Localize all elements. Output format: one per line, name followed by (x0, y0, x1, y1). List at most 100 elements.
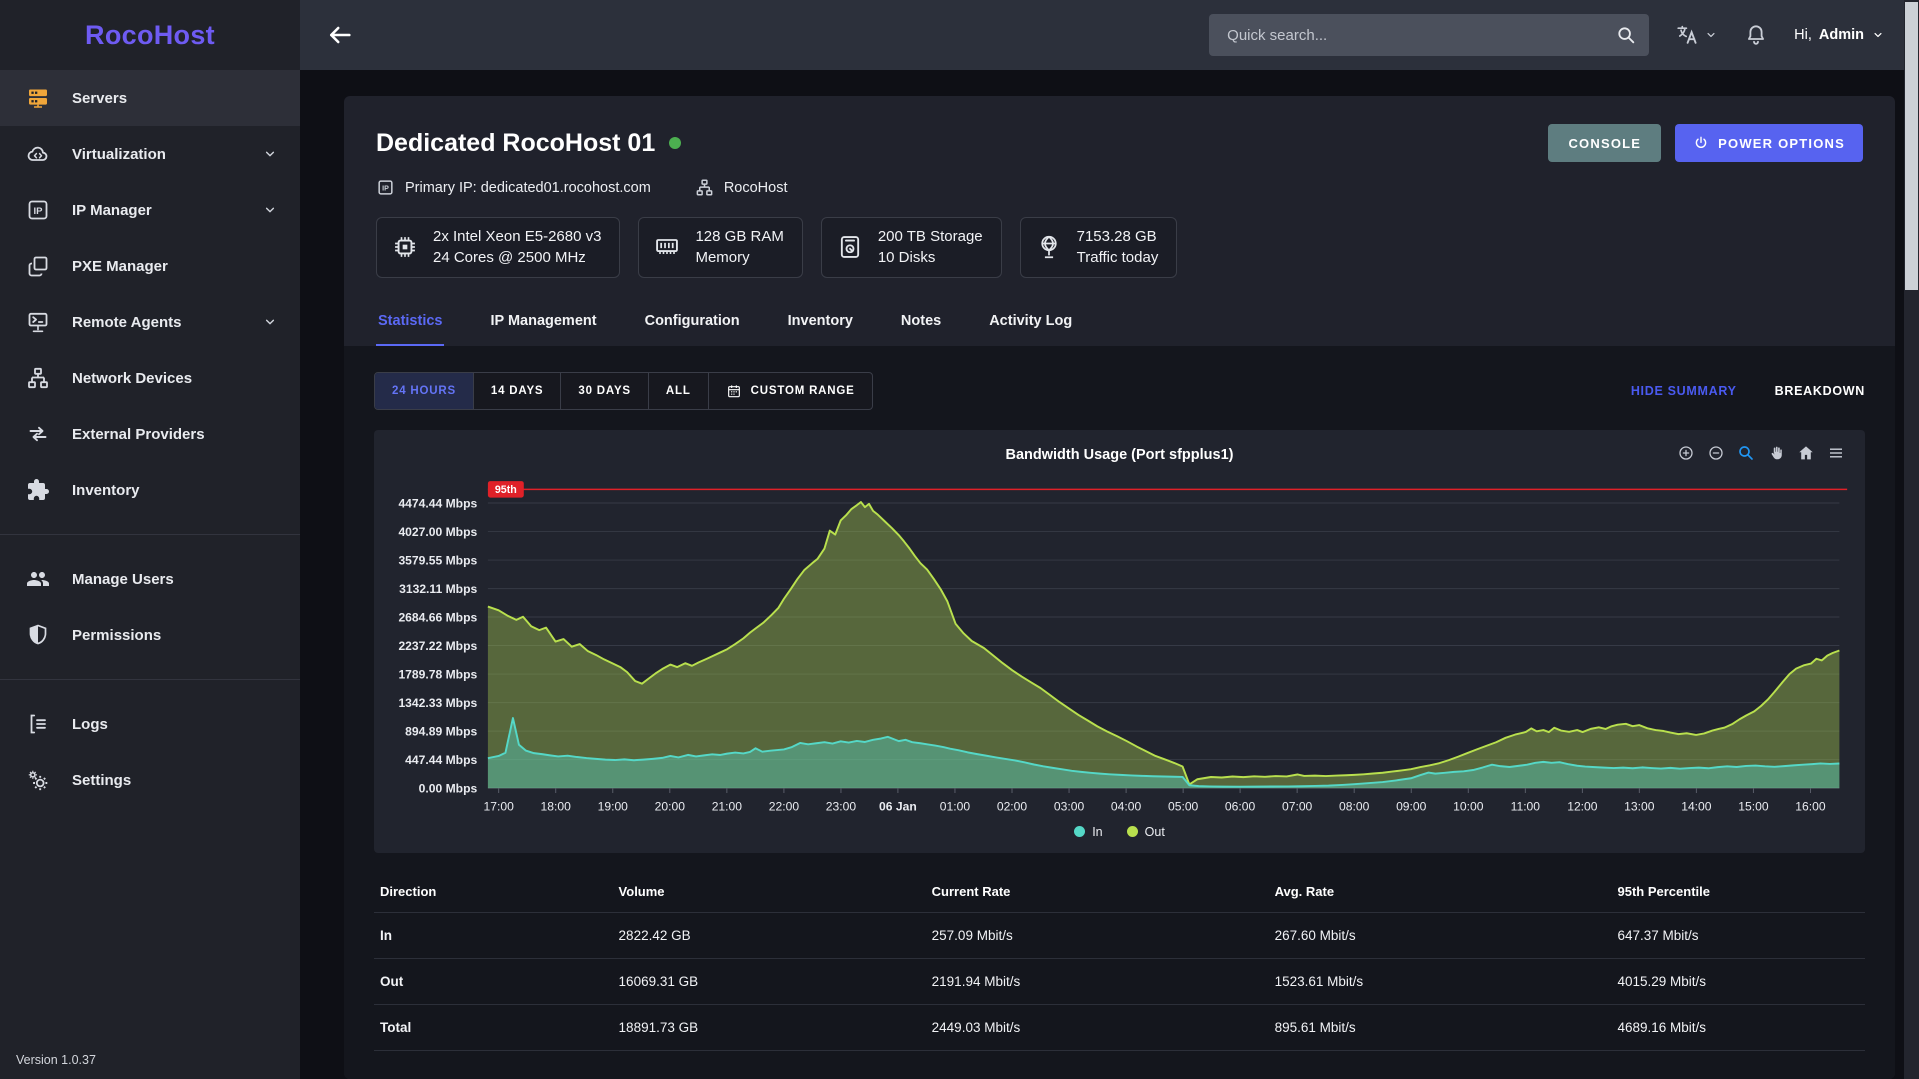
tab-inventory[interactable]: Inventory (786, 300, 855, 346)
svg-text:447.44 Mbps: 447.44 Mbps (405, 753, 477, 767)
sidebar-divider (0, 679, 300, 680)
app-root: RocoHost ServersVirtualizationIPIP Manag… (0, 0, 1919, 1079)
table-row: In2822.42 GB257.09 Mbit/s267.60 Mbit/s64… (374, 912, 1865, 958)
svg-text:07:00: 07:00 (1282, 799, 1313, 813)
tab-ip-management[interactable]: IP Management (488, 300, 598, 346)
sidebar-divider (0, 534, 300, 535)
menu-icon[interactable] (1827, 444, 1845, 462)
statistics-section: 24 HOURS14 DAYS30 DAYSALLCUSTOM RANGE HI… (344, 346, 1895, 1079)
search-icon[interactable] (1615, 24, 1637, 46)
sidebar-item-logs[interactable]: Logs (0, 696, 300, 752)
range-button-24-hours[interactable]: 24 HOURS (375, 373, 474, 409)
svg-text:04:00: 04:00 (1111, 799, 1142, 813)
table-header-row: DirectionVolumeCurrent RateAvg. Rate95th… (374, 869, 1865, 913)
svg-text:20:00: 20:00 (655, 799, 686, 813)
sidebar-item-label: Inventory (72, 482, 140, 499)
sidebar-item-network-devices[interactable]: Network Devices (0, 350, 300, 406)
greeting-name: Admin (1819, 27, 1864, 43)
svg-text:05:00: 05:00 (1168, 799, 1199, 813)
brand-logo[interactable]: RocoHost (0, 0, 300, 70)
spec-line-1: 2x Intel Xeon E5-2680 v3 (433, 226, 601, 247)
table-row: Out16069.31 GB2191.94 Mbit/s1523.61 Mbit… (374, 958, 1865, 1004)
svg-text:16:00: 16:00 (1795, 799, 1826, 813)
spec-line-2: 24 Cores @ 2500 MHz (433, 247, 601, 268)
svg-text:22:00: 22:00 (769, 799, 800, 813)
host-group: RocoHost (695, 178, 788, 197)
console-button[interactable]: CONSOLE (1548, 124, 1661, 162)
sidebar-item-label: Network Devices (72, 370, 192, 387)
table-cell: 16069.31 GB (613, 958, 926, 1004)
back-arrow-icon (326, 21, 354, 49)
column-header: Direction (374, 869, 613, 913)
svg-text:09:00: 09:00 (1396, 799, 1427, 813)
sidebar-item-pxe-manager[interactable]: PXE Manager (0, 238, 300, 294)
scrollbar-track[interactable] (1904, 0, 1919, 1079)
table-cell: 1523.61 Mbit/s (1269, 958, 1612, 1004)
sidebar-item-label: Virtualization (72, 146, 166, 163)
language-menu[interactable] (1675, 23, 1718, 47)
sidebar-nav: Servers Virtualization IPIP Manager PXE Man… (0, 70, 300, 1079)
search-input[interactable] (1227, 27, 1615, 44)
range-button-all[interactable]: ALL (649, 373, 709, 409)
bandwidth-chart[interactable]: 17:0018:0019:0020:0021:0022:0023:0006 Ja… (386, 468, 1853, 823)
pan-icon[interactable] (1767, 444, 1785, 462)
sidebar-item-settings[interactable]: Settings (0, 752, 300, 808)
table-cell: 4015.29 Mbit/s (1612, 958, 1866, 1004)
sidebar-item-virtualization[interactable]: Virtualization (0, 126, 300, 182)
tab-statistics[interactable]: Statistics (376, 300, 444, 346)
pxe-manager-icon (26, 254, 50, 278)
table-cell: 4689.16 Mbit/s (1612, 1004, 1866, 1050)
selection-zoom-icon[interactable] (1737, 444, 1755, 462)
zoom-in-icon[interactable] (1677, 444, 1695, 462)
chevron-down-icon (262, 146, 278, 162)
user-menu[interactable]: Hi, Admin (1794, 27, 1885, 43)
ram-icon (653, 233, 681, 261)
sidebar-item-external-providers[interactable]: External Providers (0, 406, 300, 462)
table-cell: 18891.73 GB (613, 1004, 926, 1050)
remote-agents-icon (26, 310, 50, 334)
tab-configuration[interactable]: Configuration (643, 300, 742, 346)
range-button-custom-range[interactable]: CUSTOM RANGE (709, 373, 872, 409)
power-options-button[interactable]: POWER OPTIONS (1675, 124, 1863, 162)
sidebar-item-ip-manager[interactable]: IPIP Manager (0, 182, 300, 238)
sidebar-item-remote-agents[interactable]: Remote Agents (0, 294, 300, 350)
chart-legend: In Out (386, 823, 1853, 847)
svg-text:IP: IP (34, 206, 44, 217)
sidebar-item-manage-users[interactable]: Manage Users (0, 551, 300, 607)
spec-cards: 2x Intel Xeon E5-2680 v324 Cores @ 2500 … (376, 217, 1863, 278)
range-button-14-days[interactable]: 14 DAYS (474, 373, 561, 409)
legend-label: In (1092, 825, 1102, 839)
svg-text:08:00: 08:00 (1339, 799, 1370, 813)
ip-manager-icon: IP (26, 198, 50, 222)
breakdown-link[interactable]: BREAKDOWN (1775, 384, 1865, 398)
legend-item-out[interactable]: Out (1127, 825, 1165, 839)
svg-text:1789.78 Mbps: 1789.78 Mbps (398, 667, 477, 681)
tab-notes[interactable]: Notes (899, 300, 943, 346)
sidebar-item-label: Permissions (72, 627, 161, 644)
tab-activity-log[interactable]: Activity Log (987, 300, 1074, 346)
svg-text:21:00: 21:00 (712, 799, 743, 813)
hide-summary-link[interactable]: HIDE SUMMARY (1631, 384, 1737, 398)
svg-text:1342.33 Mbps: 1342.33 Mbps (398, 696, 477, 710)
external-providers-icon (26, 422, 50, 446)
zoom-out-icon[interactable] (1707, 444, 1725, 462)
svg-text:06:00: 06:00 (1225, 799, 1256, 813)
scrollbar-thumb[interactable] (1905, 2, 1918, 290)
home-icon[interactable] (1797, 444, 1815, 462)
chevron-down-icon (262, 202, 278, 218)
svg-text:18:00: 18:00 (541, 799, 572, 813)
notifications-button[interactable] (1744, 23, 1768, 47)
sidebar-item-permissions[interactable]: Permissions (0, 607, 300, 663)
sidebar-item-label: External Providers (72, 426, 205, 443)
svg-text:894.89 Mbps: 894.89 Mbps (405, 724, 477, 738)
inventory-icon (26, 478, 50, 502)
sidebar-item-servers[interactable]: Servers (0, 70, 300, 126)
svg-text:01:00: 01:00 (940, 799, 971, 813)
sidebar-item-label: PXE Manager (72, 258, 168, 275)
legend-item-in[interactable]: In (1074, 825, 1102, 839)
svg-text:11:00: 11:00 (1511, 799, 1541, 813)
table-cell: 895.61 Mbit/s (1269, 1004, 1612, 1050)
range-button-30-days[interactable]: 30 DAYS (561, 373, 648, 409)
back-button[interactable] (326, 21, 354, 49)
sidebar-item-inventory[interactable]: Inventory (0, 462, 300, 518)
